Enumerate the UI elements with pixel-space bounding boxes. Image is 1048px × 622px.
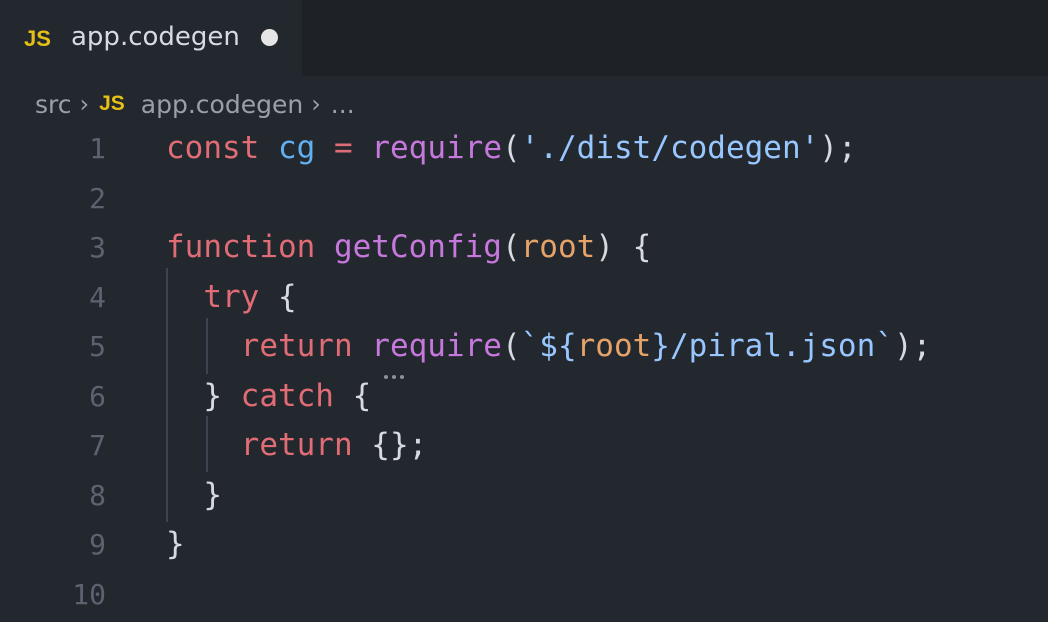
code-token: ) {: [595, 229, 652, 265]
code-token: }/piral.json`: [651, 328, 894, 364]
code-line[interactable]: 10: [0, 572, 1048, 622]
code-text: } catch {: [166, 378, 371, 414]
line-number: 10: [72, 577, 106, 611]
code-line[interactable]: 3 function getConfig(root) {: [0, 225, 1048, 275]
code-token: );: [893, 328, 932, 364]
code-token: require: [371, 130, 502, 166]
code-token: getConfig: [333, 229, 502, 265]
code-token: }: [166, 377, 241, 414]
line-number: 2: [89, 181, 106, 215]
code-line[interactable]: 5 return require(`${root}/piral.json`);: [0, 324, 1048, 374]
breadcrumb-folder-src[interactable]: src: [35, 90, 72, 119]
code-line[interactable]: 8 }: [0, 473, 1048, 523]
code-token: `${: [520, 328, 577, 364]
code-token: (: [502, 130, 521, 166]
code-line[interactable]: 2: [0, 176, 1048, 226]
code-token: }: [166, 526, 185, 562]
line-number: 8: [89, 478, 106, 512]
code-text: }: [166, 526, 185, 562]
breadcrumb-more[interactable]: ...: [331, 90, 355, 119]
code-token: );: [819, 130, 857, 166]
code-token: cg: [278, 130, 316, 166]
code-token: './dist/codegen': [520, 130, 820, 166]
chevron-right-icon: ›: [79, 90, 90, 118]
code-token: require: [371, 328, 502, 364]
code-token: function: [166, 229, 316, 265]
code-token: return: [240, 427, 353, 463]
code-token: {: [259, 278, 297, 315]
code-token: {: [333, 377, 372, 414]
line-number: 1: [89, 132, 106, 165]
tab-bar: JS app.codegen: [0, 0, 1048, 76]
line-number: 3: [89, 231, 106, 264]
code-token: return: [240, 328, 353, 364]
code-token: }: [166, 476, 222, 513]
code-editor[interactable]: 1 const cg = require('./dist/codegen'); 2 3…: [0, 126, 1048, 612]
code-token: =: [334, 130, 353, 166]
code-line[interactable]: 6 } catch {: [0, 374, 1048, 424]
code-line[interactable]: 7 return {};: [0, 423, 1048, 473]
code-token: root: [520, 229, 596, 265]
code-text: return require(`${root}/piral.json`);: [166, 328, 932, 364]
code-line[interactable]: 1 const cg = require('./dist/codegen');: [0, 126, 1048, 176]
line-number: 6: [89, 379, 106, 413]
chevron-right-icon: ›: [311, 90, 321, 118]
code-line[interactable]: 9}: [0, 522, 1048, 572]
code-token: {};: [352, 427, 428, 463]
line-number: 9: [89, 528, 106, 561]
editor-tab-app-codegen[interactable]: JS app.codegen: [0, 0, 302, 76]
tab-title: app.codegen: [71, 22, 240, 52]
code-token: catch: [240, 377, 334, 414]
line-number: 5: [89, 330, 106, 363]
line-number: 7: [89, 429, 106, 462]
code-token: const: [166, 130, 260, 166]
javascript-file-icon: JS: [99, 92, 125, 115]
breadcrumb-file[interactable]: app.codegen: [141, 90, 303, 119]
javascript-file-icon: JS: [24, 26, 51, 51]
code-token: (: [501, 229, 521, 265]
code-text: function getConfig(root) {: [166, 229, 651, 265]
code-text: }: [166, 477, 222, 513]
code-text: const cg = require('./dist/codegen');: [166, 130, 857, 166]
code-token: root: [576, 328, 652, 364]
unsaved-changes-dot-icon[interactable]: [261, 29, 278, 46]
code-text: return {};: [166, 427, 428, 463]
code-token: (: [501, 328, 521, 364]
code-text: try {: [166, 278, 297, 315]
code-line[interactable]: 4 try {: [0, 275, 1048, 325]
line-number: 4: [89, 280, 106, 314]
breadcrumb: src › JS app.codegen › ...: [35, 86, 355, 122]
code-token: try: [203, 278, 260, 315]
